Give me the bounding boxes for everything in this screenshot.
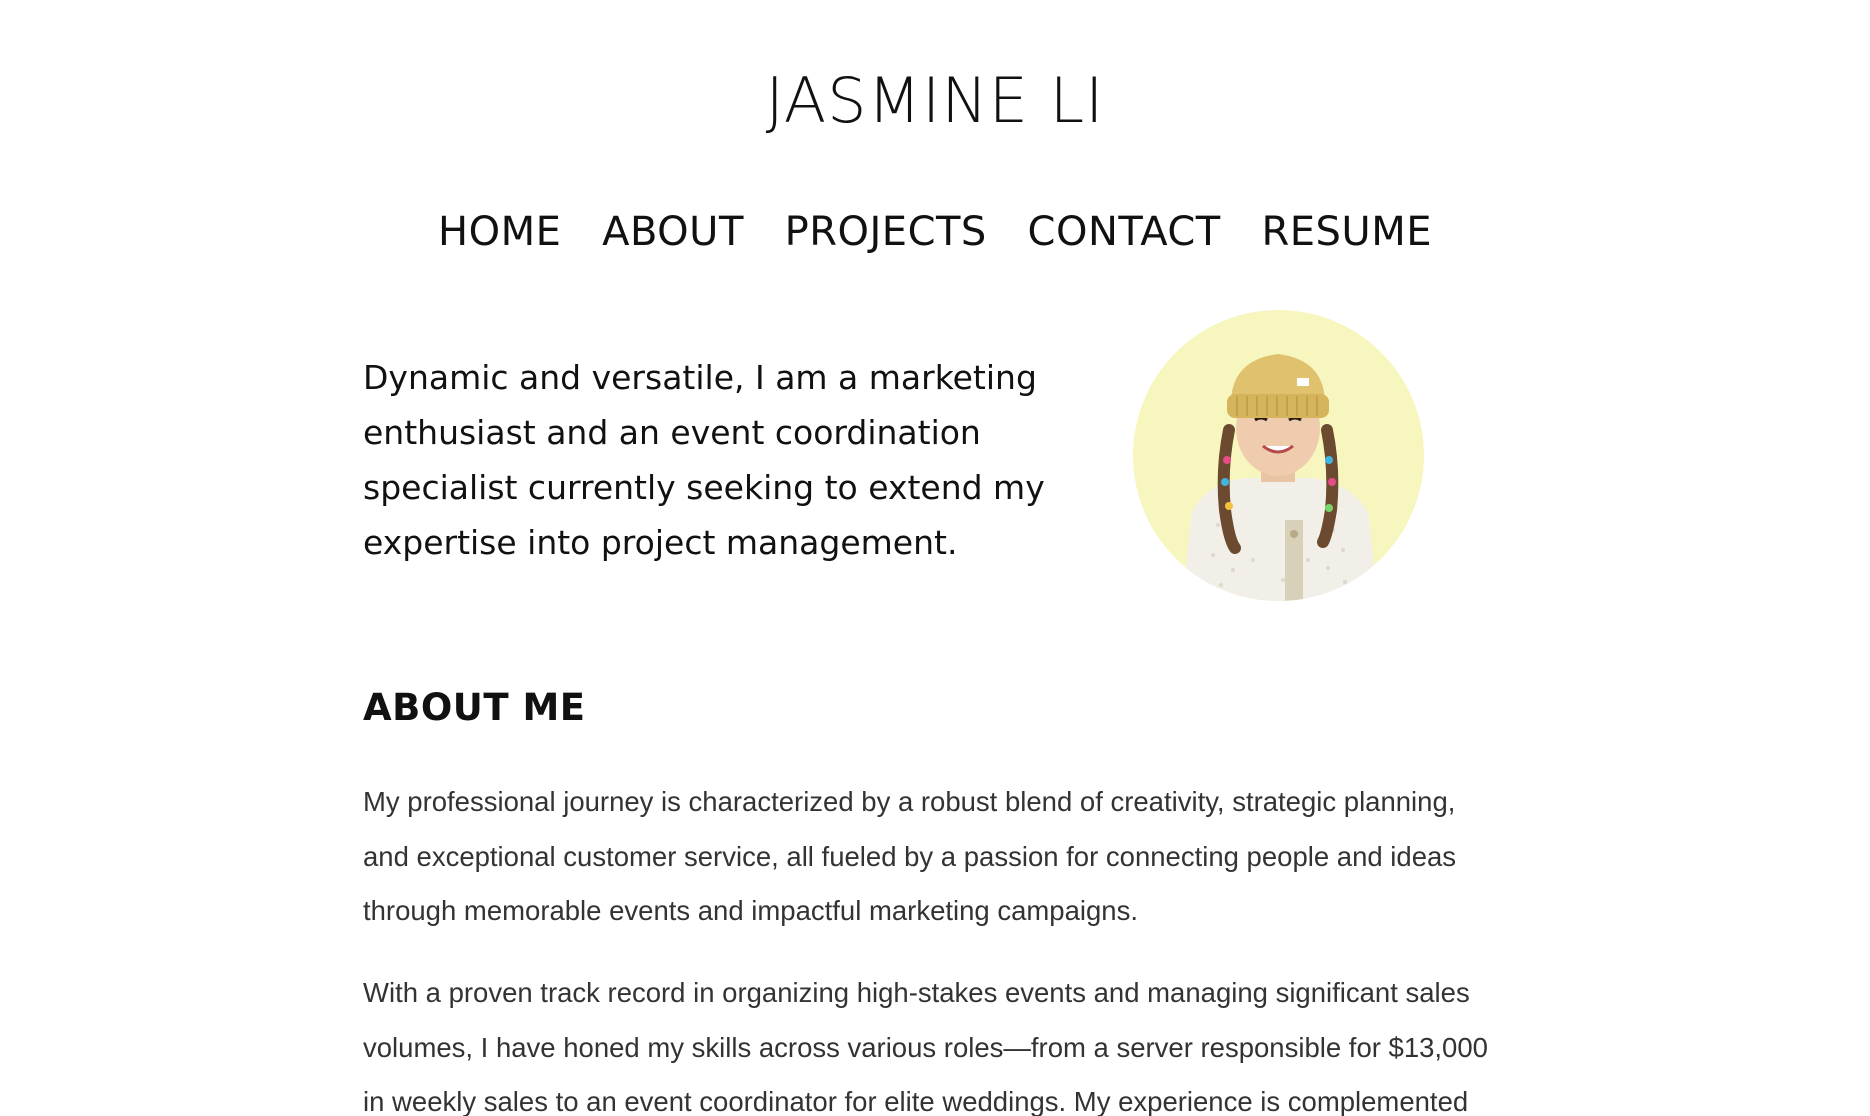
site-title[interactable]: JASMINE LI xyxy=(0,70,1870,132)
portrait-photo xyxy=(1133,310,1424,601)
nav-resume[interactable]: RESUME xyxy=(1261,209,1432,255)
about-heading: ABOUT ME xyxy=(363,686,586,729)
nav-home[interactable]: HOME xyxy=(438,209,561,255)
intro-statement: Dynamic and versatile, I am a marketing … xyxy=(363,358,1045,562)
nav-projects[interactable]: PROJECTS xyxy=(785,209,987,255)
main-nav: HOME ABOUT PROJECTS CONTACT RESUME xyxy=(0,212,1870,252)
strap-button xyxy=(1290,530,1298,538)
portrait-illustration xyxy=(1183,354,1377,601)
sweater-shape xyxy=(1183,478,1377,601)
beanie-tag xyxy=(1297,378,1309,386)
nav-about[interactable]: ABOUT xyxy=(602,209,744,255)
about-paragraph-1: My professional journey is characterized… xyxy=(363,786,1457,926)
about-paragraph-2: With a proven track record in organizing… xyxy=(363,977,1488,1116)
nav-contact[interactable]: CONTACT xyxy=(1028,209,1221,255)
